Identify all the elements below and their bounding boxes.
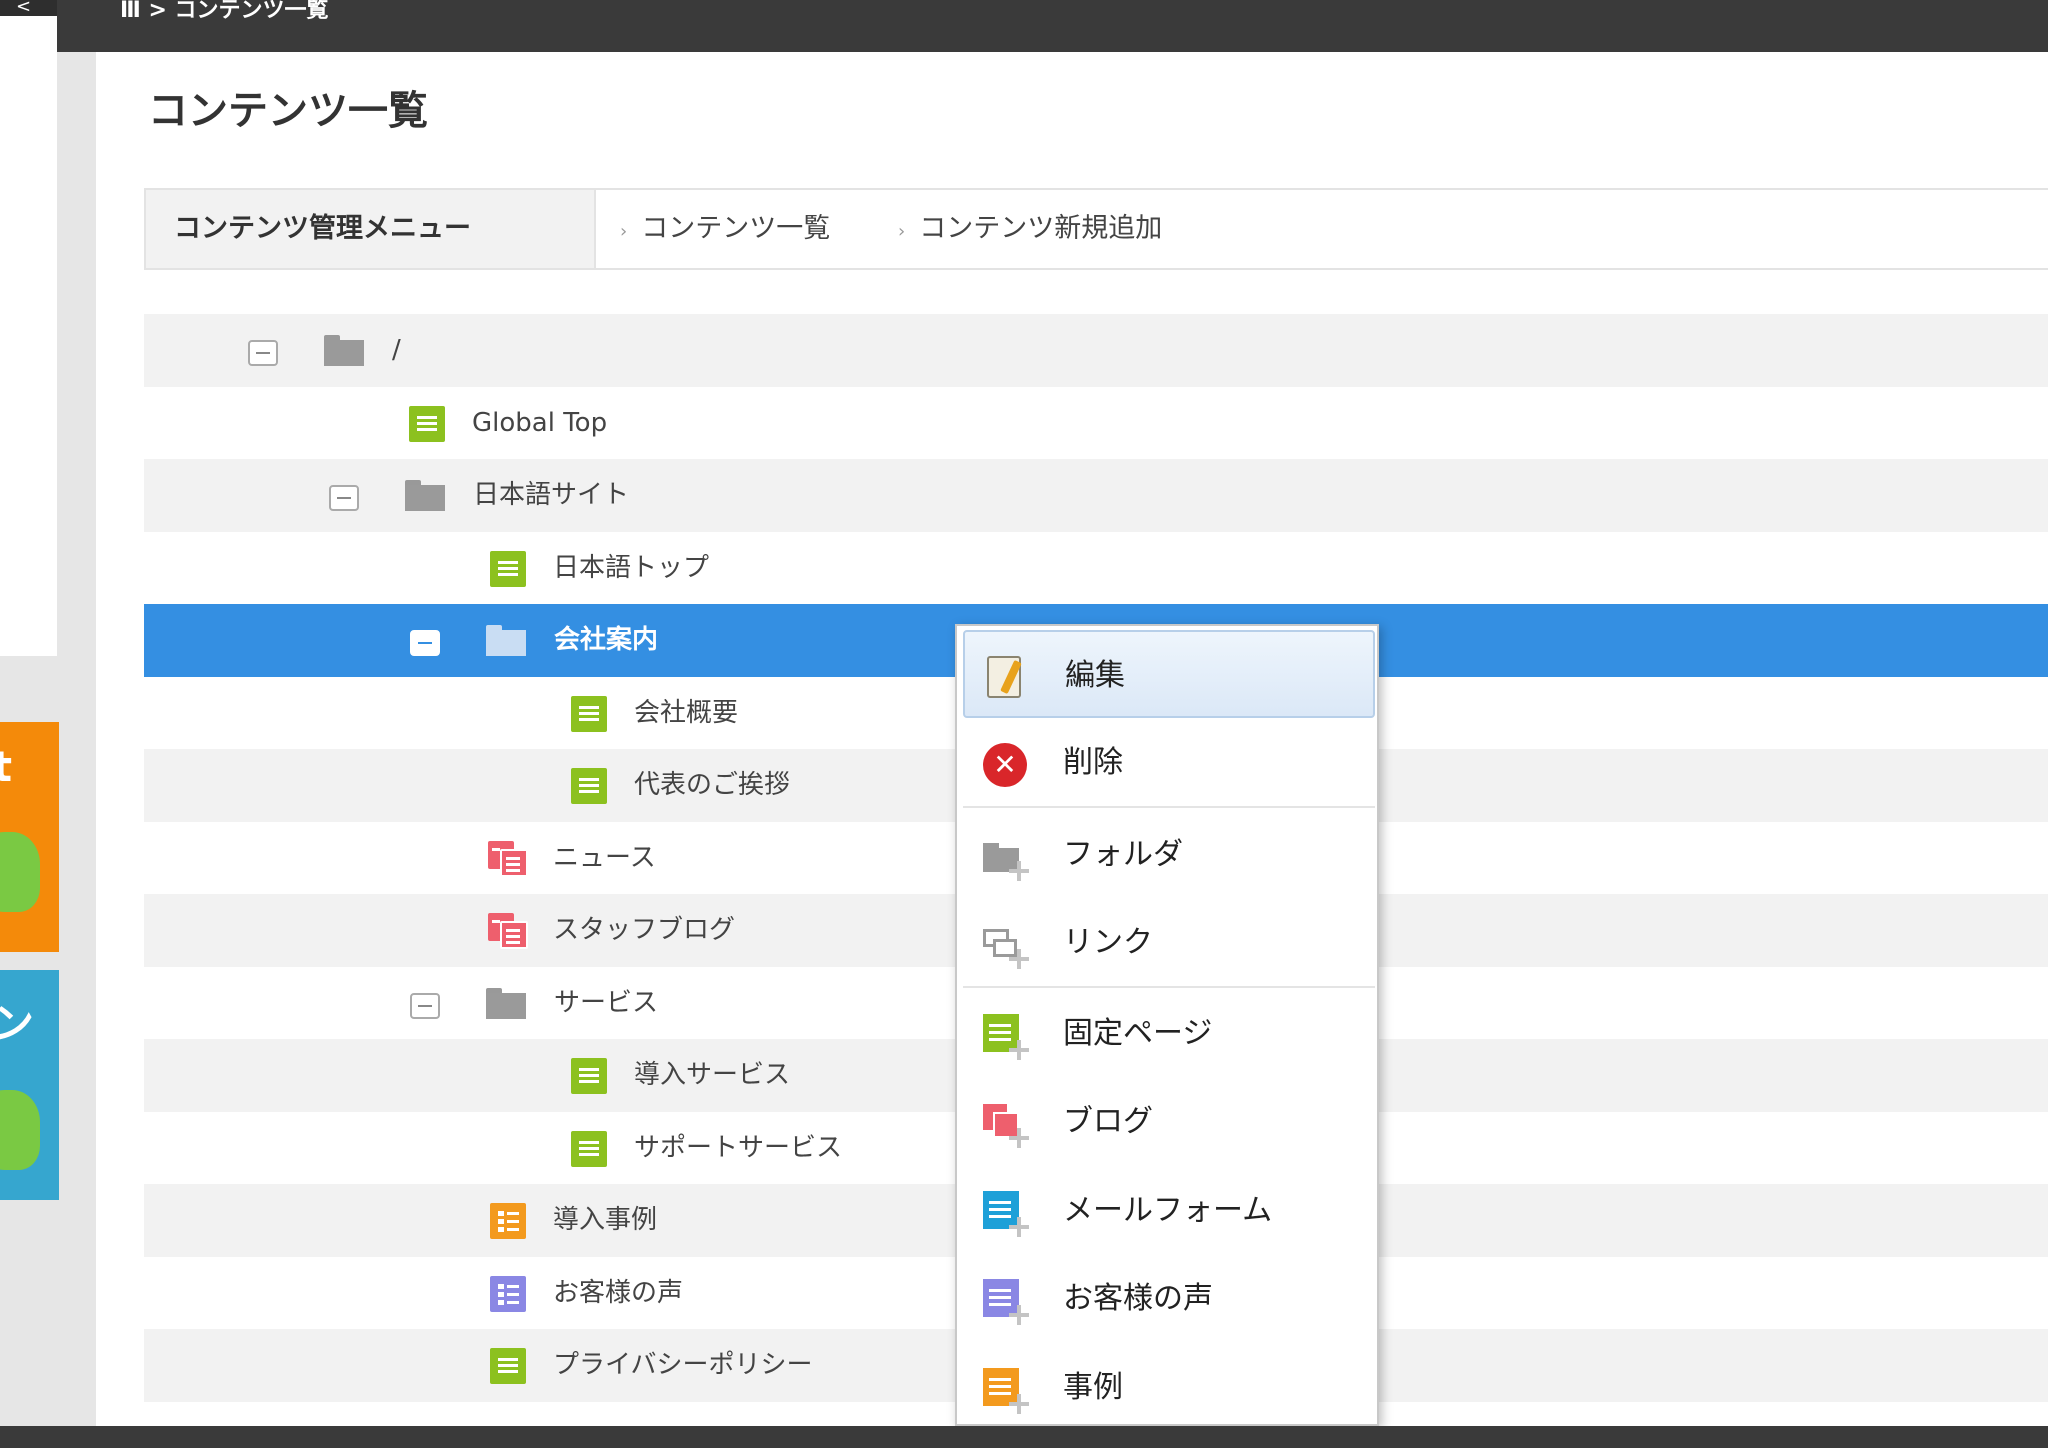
context-menu: 編集 ✕ 削除フォルダリンク固定ページブログメールフォーム お客様の声事例 [955, 624, 1379, 1426]
add-voice-icon [981, 1277, 1029, 1325]
menu-link-content-list[interactable]: › コンテンツ一覧 [620, 190, 830, 268]
tree-row[interactable]: 日本語サイト [144, 459, 2048, 532]
banner-glyph: t [0, 742, 13, 791]
top-bar: < Ⅲ > コンテンツ一覧 [0, 0, 2048, 52]
context-menu-item[interactable]: 事例 [963, 1344, 1375, 1424]
tree-row-label: Global Top [472, 407, 608, 438]
context-menu-item[interactable]: 編集 [963, 630, 1375, 718]
tree-row-label: プライバシーポリシー [553, 1350, 813, 1380]
folder-icon [486, 621, 526, 661]
collapse-toggle[interactable] [410, 992, 440, 1019]
tree-row-label: スタッフブログ [553, 915, 736, 945]
page-title: コンテンツ一覧 [148, 88, 428, 134]
add-blog-icon [981, 1100, 1029, 1148]
mascot-image [0, 832, 40, 912]
tree-row-label: サポートサービス [634, 1132, 843, 1163]
context-menu-item[interactable]: ✕ 削除 [963, 719, 1375, 807]
tree-row-label: 導入事例 [553, 1205, 658, 1235]
left-sidebar [0, 16, 57, 656]
context-menu-item-label: メールフォーム [1063, 1193, 1273, 1228]
folder-icon [324, 331, 364, 371]
page-icon [569, 694, 609, 734]
add-case-icon [981, 1366, 1029, 1414]
tree-row-label: 代表のご挨拶 [634, 770, 791, 800]
tree-row-label: お客様の声 [553, 1277, 684, 1308]
tree-row-label: 会社案内 [554, 625, 659, 655]
page-icon [569, 1129, 609, 1169]
blog-icon [488, 911, 528, 951]
context-menu-item[interactable]: フォルダ [963, 811, 1375, 899]
page-icon [488, 549, 528, 589]
menu-link-label: コンテンツ新規追加 [919, 213, 1163, 244]
context-menu-item[interactable]: メールフォーム [963, 1167, 1375, 1255]
page-icon [407, 404, 447, 444]
collapse-toggle[interactable] [248, 340, 278, 366]
voice-list-icon [488, 1274, 528, 1314]
context-menu-item-label: お客様の声 [1063, 1281, 1213, 1316]
tree-row[interactable]: / [144, 314, 2048, 387]
back-button[interactable]: < [0, 0, 57, 16]
context-menu-item[interactable]: ブログ [963, 1078, 1375, 1166]
case-list-icon [488, 1201, 528, 1241]
menu-heading: コンテンツ管理メニュー [146, 190, 596, 268]
edit-icon [983, 654, 1031, 702]
add-folder-icon [981, 833, 1029, 881]
add-page-icon [981, 1012, 1029, 1060]
breadcrumb: Ⅲ > コンテンツ一覧 [120, 0, 329, 23]
tree-row-label: / [392, 335, 401, 365]
folder-icon [405, 476, 445, 516]
add-mailform-icon [981, 1189, 1029, 1237]
promo-banner-orange[interactable]: t [0, 722, 59, 952]
content-management-menu: コンテンツ管理メニュー › コンテンツ一覧 › コンテンツ新規追加 [144, 188, 2048, 270]
chevron-right-icon: › [620, 221, 628, 242]
bottom-bar [0, 1426, 2048, 1448]
collapse-toggle[interactable] [410, 630, 440, 656]
context-menu-item[interactable]: お客様の声 [963, 1255, 1375, 1343]
tree-row-label: 日本語トップ [553, 552, 710, 583]
tree-row[interactable]: Global Top [144, 387, 2048, 460]
context-menu-item-label: リンク [1063, 925, 1153, 960]
tree-row[interactable]: 日本語トップ [144, 532, 2048, 605]
context-menu-item-label: ブログ [1063, 1104, 1153, 1139]
context-menu-item[interactable]: 固定ページ [963, 990, 1375, 1078]
context-menu-item-label: 編集 [1065, 658, 1125, 693]
context-menu-item-label: 削除 [1063, 745, 1123, 780]
page-icon [569, 766, 609, 806]
chevron-right-icon: › [898, 221, 906, 242]
banner-glyph: ン [0, 999, 35, 1048]
context-menu-item-label: 固定ページ [1063, 1016, 1213, 1051]
tree-row-label: 日本語サイト [473, 480, 630, 510]
tree-row-label: ニュース [553, 842, 656, 873]
menu-link-label: コンテンツ一覧 [641, 213, 831, 244]
blog-icon [488, 839, 528, 879]
mascot-image [0, 1090, 40, 1170]
menu-link-add-content[interactable]: › コンテンツ新規追加 [898, 190, 1162, 268]
page-icon [488, 1346, 528, 1386]
tree-row-label: 会社概要 [634, 697, 739, 728]
delete-icon: ✕ [981, 741, 1029, 789]
context-menu-item-label: 事例 [1063, 1370, 1123, 1405]
context-menu-item-label: フォルダ [1063, 837, 1183, 872]
page-icon [569, 1056, 609, 1096]
add-link-icon [981, 921, 1029, 969]
folder-icon [486, 984, 526, 1024]
tree-row-label: サービス [554, 987, 659, 1018]
promo-banner-blue[interactable]: ン [0, 970, 59, 1200]
collapse-toggle[interactable] [329, 485, 359, 511]
tree-row-label: 導入サービス [634, 1060, 791, 1090]
context-menu-item[interactable]: リンク [963, 899, 1375, 987]
